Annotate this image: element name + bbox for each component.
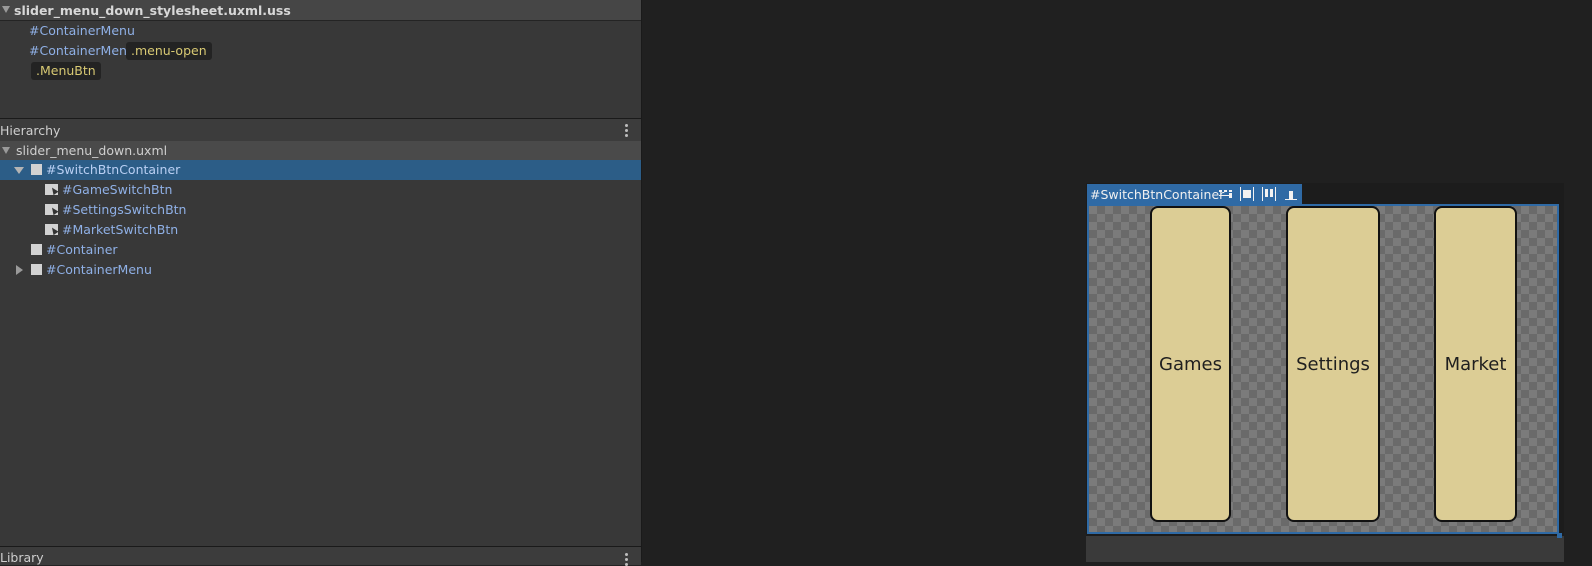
kebab-menu-icon[interactable] — [619, 552, 633, 566]
uss-selector-container-menu[interactable]: #ContainerMenu — [29, 23, 135, 38]
align-items-icon[interactable] — [1240, 187, 1254, 201]
left-panel: slider_menu_down_stylesheet.uxml.uss #Co… — [0, 0, 642, 566]
button-element-icon — [45, 184, 58, 195]
align-bottom-icon[interactable] — [1284, 187, 1298, 201]
collapse-arrow-icon[interactable] — [2, 147, 10, 154]
uss-class-chip-menu-open[interactable]: .menu-open — [126, 42, 212, 60]
selected-element-header[interactable]: #SwitchBtnContainer — [1087, 184, 1302, 204]
tree-item-label: #SettingsSwitchBtn — [62, 202, 187, 217]
tree-item-container[interactable]: #Container — [0, 240, 641, 260]
market-switch-button[interactable]: Market — [1434, 206, 1517, 522]
uss-selector-container-menu-open[interactable]: #ContainerMenu — [29, 43, 135, 58]
tree-item-label: #GameSwitchBtn — [62, 182, 173, 197]
resize-handle[interactable] — [1557, 533, 1562, 538]
tree-item-label: #Container — [46, 242, 118, 257]
expand-arrow-icon[interactable] — [16, 265, 23, 275]
tree-item-label: #SwitchBtnContainer — [46, 162, 181, 177]
collapse-arrow-icon[interactable] — [2, 6, 10, 13]
hierarchy-document-row[interactable]: slider_menu_down.uxml — [0, 141, 641, 160]
button-element-icon — [45, 204, 58, 215]
button-element-icon — [45, 224, 58, 235]
canvas-lower-area — [1086, 536, 1564, 562]
hierarchy-title: Hierarchy — [0, 123, 61, 138]
library-header: Library — [0, 546, 641, 566]
justify-content-icon[interactable] — [1262, 187, 1276, 201]
visual-element-icon — [31, 164, 42, 175]
tree-item-market-switch-btn[interactable]: #MarketSwitchBtn — [0, 220, 641, 240]
tree-item-settings-switch-btn[interactable]: #SettingsSwitchBtn — [0, 200, 641, 220]
settings-switch-button[interactable]: Settings — [1286, 206, 1380, 522]
tree-item-container-menu[interactable]: #ContainerMenu — [0, 260, 641, 280]
tree-item-label: #ContainerMenu — [46, 262, 152, 277]
selected-element-name: #SwitchBtnContainer — [1090, 187, 1225, 202]
library-title: Library — [0, 550, 44, 565]
stylesheet-header[interactable]: slider_menu_down_stylesheet.uxml.uss — [0, 0, 641, 21]
hierarchy-header: Hierarchy — [0, 118, 641, 142]
flex-direction-row-icon[interactable] — [1219, 187, 1233, 201]
tree-item-label: #MarketSwitchBtn — [62, 222, 179, 237]
visual-element-icon — [31, 264, 42, 275]
tree-item-switch-btn-container[interactable]: #SwitchBtnContainer — [0, 160, 641, 180]
visual-element-icon — [31, 244, 42, 255]
expand-arrow-icon[interactable] — [14, 167, 24, 174]
document-name: slider_menu_down.uxml — [16, 143, 168, 158]
tree-item-game-switch-btn[interactable]: #GameSwitchBtn — [0, 180, 641, 200]
uss-class-chip-menubtn[interactable]: .MenuBtn — [31, 62, 101, 80]
stylesheet-filename: slider_menu_down_stylesheet.uxml.uss — [14, 3, 291, 18]
games-switch-button[interactable]: Games — [1150, 206, 1231, 522]
kebab-menu-icon[interactable] — [619, 123, 633, 137]
